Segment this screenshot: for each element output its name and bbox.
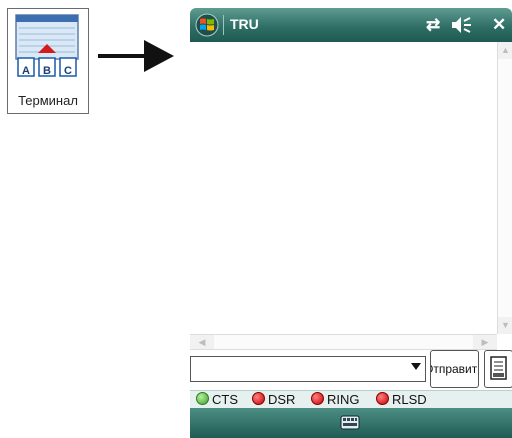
bottom-menu-bar [190, 408, 512, 438]
dsr-indicator-icon [252, 392, 265, 405]
cts-indicator-icon [196, 392, 209, 405]
badge-a: A [22, 65, 30, 77]
status-cts: CTS [196, 392, 238, 407]
scroll-up-icon[interactable]: ▲ [498, 42, 512, 59]
send-button[interactable]: Отправить [430, 350, 479, 388]
connectivity-icon[interactable]: ⇄ [426, 14, 440, 36]
ring-indicator-icon [311, 392, 324, 405]
scroll-left-icon[interactable]: ◀ [190, 335, 214, 349]
dropdown-arrow-icon[interactable] [411, 363, 421, 370]
rlsd-indicator-icon [376, 392, 389, 405]
rlsd-label: RLSD [392, 392, 427, 407]
badge-b: B [43, 65, 51, 77]
badge-c: C [64, 65, 72, 77]
status-ring: RING [311, 392, 360, 407]
send-button-label: Отправить [431, 362, 478, 376]
command-input[interactable] [190, 356, 426, 382]
horizontal-scrollbar[interactable]: ◀ ▶ [190, 334, 497, 350]
status-rlsd: RLSD [376, 392, 427, 407]
title-separator [223, 15, 224, 35]
terminal-window: TRU ⇄ ✕ ▲ ▼ ◀ ▶ Отправить [190, 8, 512, 438]
close-icon[interactable]: ✕ [492, 14, 506, 36]
vertical-scrollbar[interactable]: ▲ ▼ [497, 42, 512, 334]
terminal-output-area[interactable] [190, 42, 498, 334]
windows-start-icon[interactable] [195, 13, 219, 37]
cts-label: CTS [212, 392, 238, 407]
dsr-label: DSR [268, 392, 296, 407]
scroll-down-icon[interactable]: ▼ [498, 317, 512, 334]
window-title: TRU [230, 16, 259, 32]
terminal-app-icon[interactable]: A B C Терминал [7, 8, 89, 114]
signal-status-bar: CTS DSR RING RLSD [190, 390, 512, 408]
right-arrow-icon [98, 40, 174, 72]
ring-label: RING [327, 392, 360, 407]
settings-button[interactable] [484, 350, 512, 388]
document-settings-icon [490, 356, 507, 380]
keyboard-icon[interactable] [340, 414, 360, 432]
title-bar: TRU ⇄ ✕ [190, 8, 512, 42]
volume-icon[interactable] [450, 16, 472, 34]
terminal-app-label: Терминал [18, 93, 78, 108]
scroll-right-icon[interactable]: ▶ [473, 335, 497, 349]
status-dsr: DSR [252, 392, 295, 407]
